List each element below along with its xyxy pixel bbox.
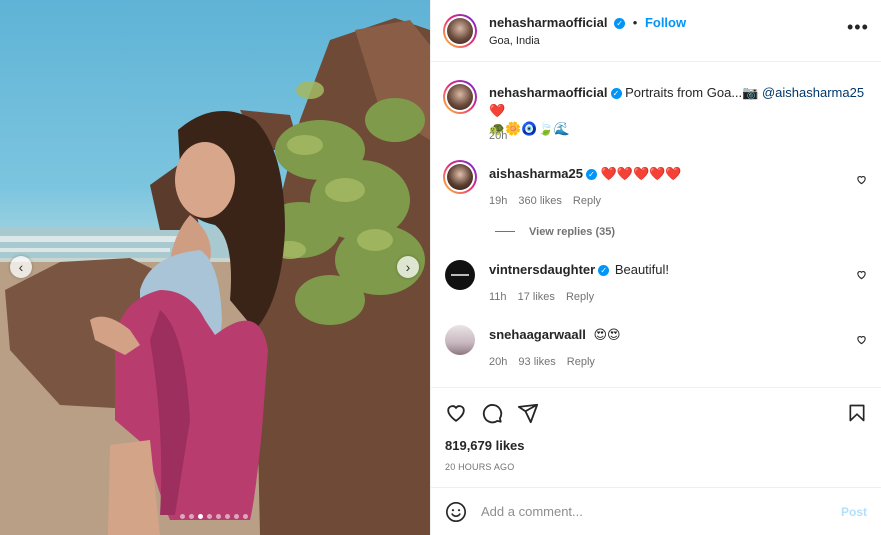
carousel-dot xyxy=(180,514,185,519)
comment-body: Beautiful! xyxy=(614,262,670,277)
next-slide-button[interactable]: › xyxy=(397,256,419,278)
comment-username[interactable]: vintnersdaughter xyxy=(489,262,595,277)
emoji-icon[interactable] xyxy=(445,501,467,526)
comment-input[interactable] xyxy=(481,504,811,519)
carousel-dot xyxy=(189,514,194,519)
comment-likes[interactable]: 17 likes xyxy=(518,291,555,303)
post-location[interactable]: Goa, India xyxy=(489,35,540,47)
separator-dot: • xyxy=(632,15,638,30)
comment-avatar[interactable] xyxy=(445,325,475,355)
reply-button[interactable]: Reply xyxy=(566,291,594,303)
caption-body: Portraits from Goa...📷 xyxy=(625,85,759,100)
post-side-panel: nehasharmaofficial ✓ • Follow Goa, India… xyxy=(430,0,881,535)
carousel-dot xyxy=(243,514,248,519)
caption-avatar[interactable] xyxy=(443,80,477,114)
view-replies-button[interactable]: View replies (35) xyxy=(529,226,615,238)
like-comment-icon[interactable] xyxy=(856,268,867,280)
comment-body: 😍😍 xyxy=(593,327,621,342)
author-avatar[interactable] xyxy=(443,14,477,48)
chevron-left-icon: ‹ xyxy=(18,259,24,275)
post-time-ago: 20 HOURS AGO xyxy=(445,462,515,472)
comment-time: 19h xyxy=(489,195,508,207)
like-count[interactable]: 819,679 likes xyxy=(445,438,525,453)
replies-line xyxy=(495,231,515,232)
caption-text: nehasharmaofficial ✓ Portraits from Goa..… xyxy=(489,84,869,138)
share-icon[interactable] xyxy=(517,402,539,427)
post-header: nehasharmaofficial ✓ • Follow Goa, India… xyxy=(431,0,881,62)
like-comment-icon[interactable] xyxy=(856,333,867,345)
comment-likes[interactable]: 360 likes xyxy=(518,195,561,207)
comment-composer: Post xyxy=(431,487,881,535)
previous-slide-button[interactable]: ‹ xyxy=(10,256,32,278)
reply-button[interactable]: Reply xyxy=(573,195,601,207)
comment-text: snehaagarwaall 😍😍 xyxy=(489,327,621,343)
comment-icon[interactable] xyxy=(481,402,503,427)
carousel-dot xyxy=(198,514,203,519)
author-username[interactable]: nehasharmaofficial xyxy=(489,15,608,30)
bookmark-icon[interactable] xyxy=(847,402,867,427)
comment-username[interactable]: aishasharma25 xyxy=(489,166,583,181)
comment-time: 11h xyxy=(489,291,507,303)
verified-badge-icon: ✓ xyxy=(585,169,597,181)
follow-button[interactable]: Follow xyxy=(645,15,686,30)
comment-meta: 20h 93 likes Reply xyxy=(489,356,595,368)
comment-avatar[interactable] xyxy=(445,260,475,290)
chevron-right-icon: › xyxy=(405,259,411,275)
post-actions: 819,679 likes 20 HOURS AGO xyxy=(431,387,881,487)
carousel-dot xyxy=(216,514,221,519)
comment-username[interactable]: snehaagarwaall xyxy=(489,327,586,342)
carousel-dot xyxy=(207,514,212,519)
caption-username[interactable]: nehasharmaofficial xyxy=(489,85,608,100)
like-comment-icon[interactable] xyxy=(856,173,867,185)
comment-time: 20h xyxy=(489,356,508,368)
comment-text: vintnersdaughter ✓ Beautiful! xyxy=(489,262,669,277)
comment-body: ❤️❤️❤️❤️❤️ xyxy=(600,166,682,181)
caption-heart: ❤️ xyxy=(489,103,506,118)
verified-badge-icon: ✓ xyxy=(598,265,610,277)
verified-badge-icon: ✓ xyxy=(610,88,622,100)
verified-badge-icon: ✓ xyxy=(614,18,626,30)
post-image[interactable]: ‹ › xyxy=(0,0,430,535)
carousel-indicator xyxy=(180,514,248,519)
comment-avatar[interactable] xyxy=(443,160,477,194)
heart-icon[interactable] xyxy=(445,402,467,427)
reply-button[interactable]: Reply xyxy=(567,356,595,368)
caption-time: 20h xyxy=(489,130,508,142)
post-comment-button[interactable]: Post xyxy=(841,505,867,519)
beach-portrait-illustration xyxy=(0,18,430,535)
more-options-icon[interactable]: ••• xyxy=(847,18,869,36)
comment-meta: 11h 17 likes Reply xyxy=(489,291,594,303)
comment-text: aishasharma25 ✓ ❤️❤️❤️❤️❤️ xyxy=(489,166,682,182)
carousel-dot xyxy=(234,514,239,519)
carousel-dot xyxy=(225,514,230,519)
comment-likes[interactable]: 93 likes xyxy=(518,356,555,368)
caption-mention[interactable]: @aishasharma25 xyxy=(762,85,864,100)
comment-meta: 19h 360 likes Reply xyxy=(489,195,601,207)
